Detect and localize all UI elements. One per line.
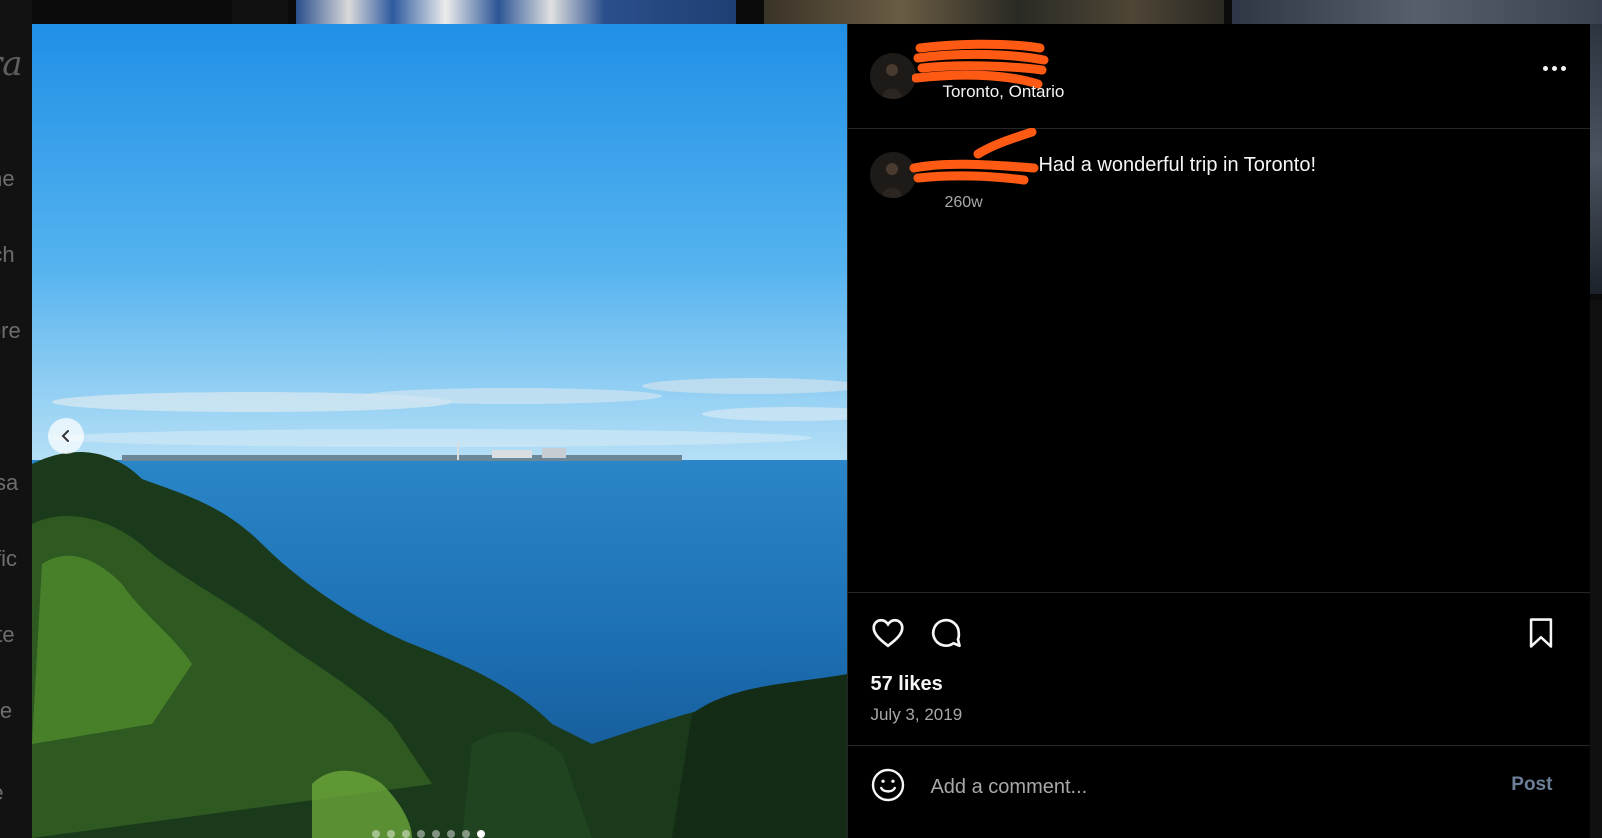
carousel-dot <box>402 830 410 838</box>
author-avatar[interactable] <box>870 53 917 99</box>
previous-slide-button[interactable] <box>48 418 84 454</box>
post-side-panel: Toronto, Ontario Had a wonderful trip in… <box>847 24 1591 838</box>
background-nav-item[interactable]: re <box>0 780 4 806</box>
post-modal: Toronto, Ontario Had a wonderful trip in… <box>32 24 1591 838</box>
carousel-dot <box>432 830 440 838</box>
carousel-dot <box>387 830 395 838</box>
chevron-left-icon <box>61 430 69 442</box>
likes-count[interactable]: 57 likes <box>870 673 942 696</box>
background-nav-item[interactable]: rch <box>0 242 15 268</box>
background-thumbnail <box>1590 24 1602 294</box>
redacted-caption-username <box>909 128 1039 185</box>
background-nav-item[interactable]: file <box>0 698 12 724</box>
avatar-image <box>870 53 917 99</box>
post-comment-button[interactable]: Post <box>1511 774 1552 796</box>
carousel-dot <box>477 830 485 838</box>
carousel-dot <box>462 830 470 838</box>
carousel-dot <box>372 830 380 838</box>
carousel-dot <box>417 830 425 838</box>
background-thumbnail <box>232 0 288 24</box>
carousel-indicator <box>372 830 485 838</box>
background-thumbnail <box>764 0 1224 24</box>
post-location[interactable]: Toronto, Ontario <box>942 82 1064 102</box>
comment-icon[interactable] <box>928 615 964 651</box>
carousel-dot <box>447 830 455 838</box>
background-nav-item[interactable]: lore <box>0 318 21 344</box>
post-photo <box>32 24 848 838</box>
post-time-ago[interactable]: 260w <box>944 194 982 212</box>
background-page <box>1590 300 1602 838</box>
post-actions: 57 likes July 3, 2019 <box>848 592 1591 746</box>
caption-text: Had a wonderful trip in Toronto! <box>1038 154 1317 176</box>
background-logo: ra <box>0 44 23 84</box>
post-date: July 3, 2019 <box>870 705 963 724</box>
background-sidebar: ra me rch lore ls ssa tific ate file re <box>0 0 32 838</box>
bookmark-icon[interactable] <box>1524 615 1558 651</box>
background-thumbnail <box>296 0 736 24</box>
heart-icon[interactable] <box>870 615 906 651</box>
background-nav-item[interactable]: ate <box>0 622 15 648</box>
post-header: Toronto, Ontario <box>848 24 1591 129</box>
comment-bar: Post <box>848 745 1590 838</box>
more-options-button[interactable] <box>1543 66 1567 71</box>
background-thumbnail <box>1232 0 1602 24</box>
emoji-icon[interactable] <box>870 767 906 803</box>
more-icon <box>1543 66 1549 71</box>
background-nav-item[interactable]: ssa <box>0 470 18 496</box>
lake-photo-image <box>32 24 848 838</box>
background-nav-item[interactable]: me <box>0 166 15 192</box>
background-nav-item[interactable]: tific <box>0 546 17 572</box>
comment-input[interactable] <box>928 771 1453 803</box>
